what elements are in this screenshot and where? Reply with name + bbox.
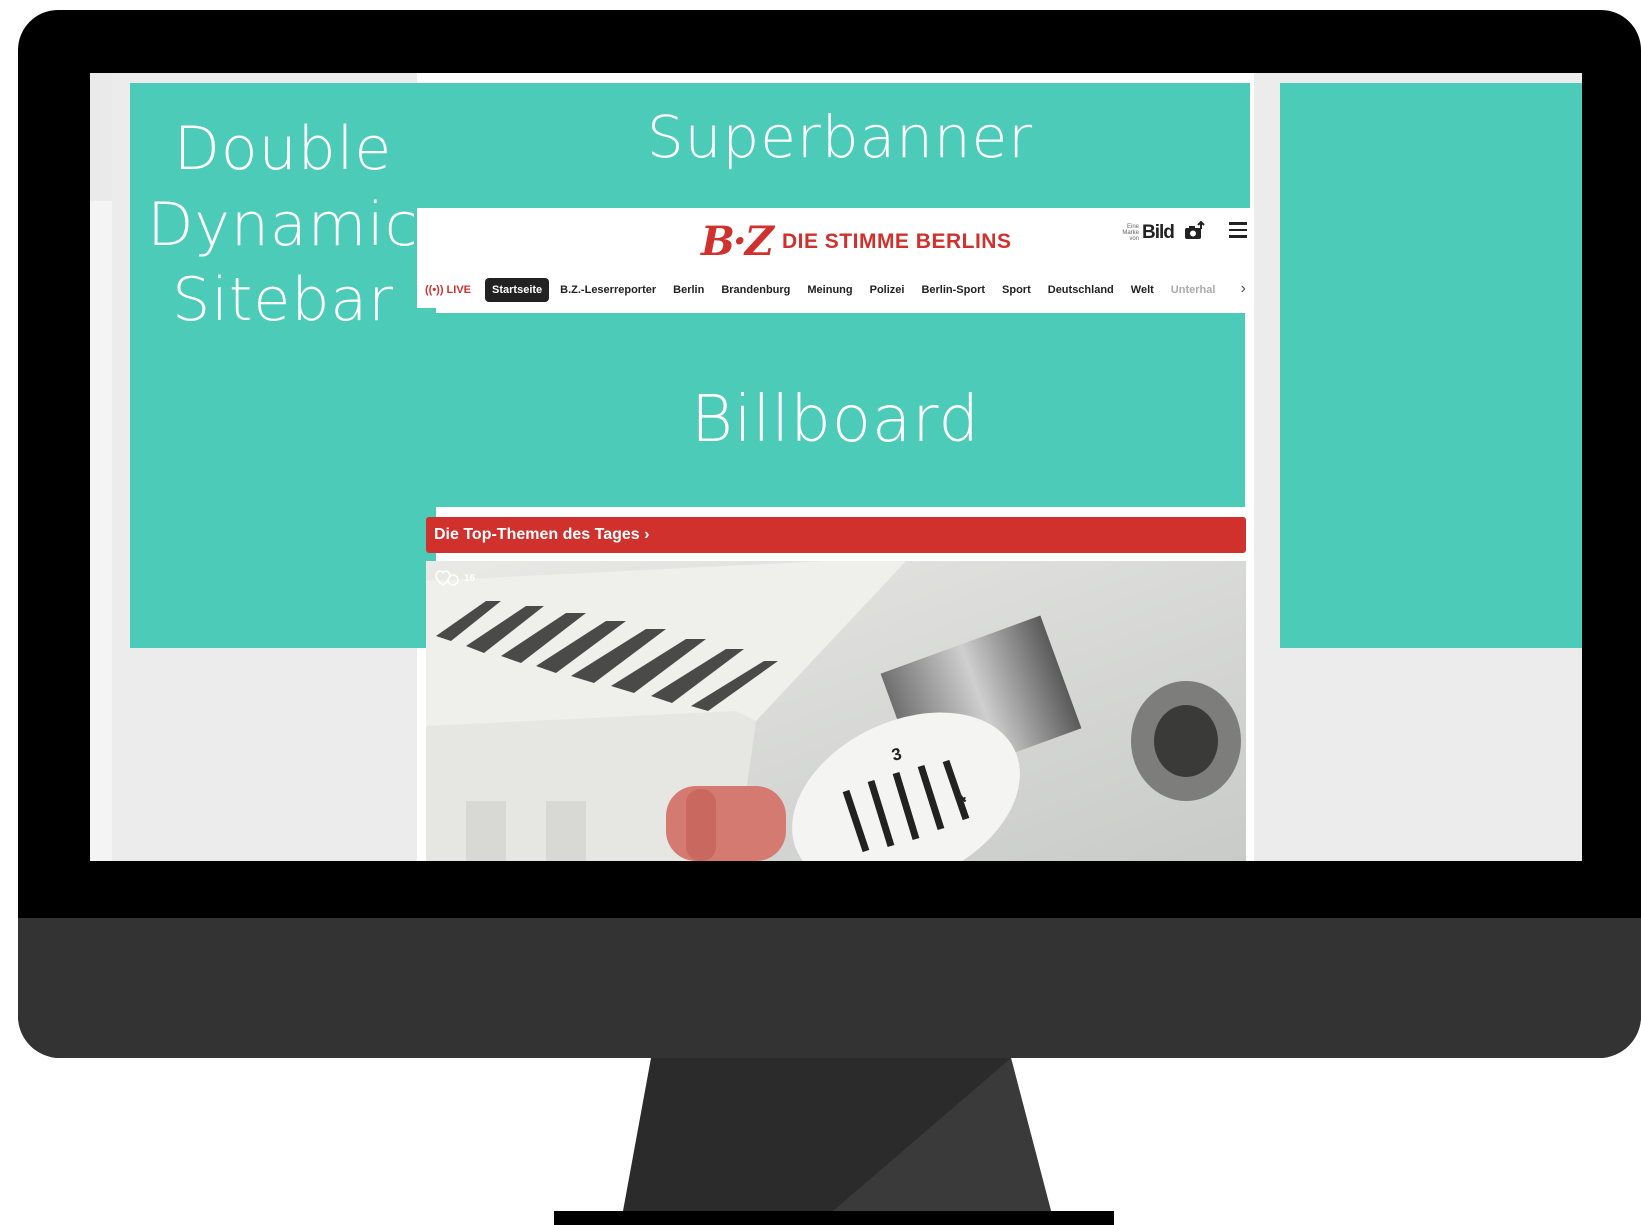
brand-note: Eine Marke von (1122, 224, 1139, 242)
logo-bz: B·Z (701, 218, 774, 265)
ad-left-label: Double Dynamic Sitebar (147, 114, 419, 336)
radiator-thermostat-image (426, 561, 1246, 861)
monitor-frame: Double Dynamic Sitebar Superbanner B·Z D… (18, 10, 1641, 1058)
nav-item-brandenburg[interactable]: Brandenburg (721, 284, 790, 296)
hamburger-menu-icon[interactable] (1229, 222, 1247, 238)
page-left-margin (90, 73, 112, 861)
nav-item-polizei[interactable]: Polizei (870, 284, 905, 296)
logo-slogan: DIE STIMME BERLINS (781, 229, 1012, 253)
nav-item-welt[interactable]: Welt (1131, 284, 1154, 296)
nav-item-sport[interactable]: Sport (1002, 284, 1031, 296)
heart-comment-icon (435, 570, 459, 586)
nav-item-leserreporter[interactable]: B.Z.-Leserreporter (560, 284, 656, 296)
ad-billboard-label: Billboard (690, 383, 981, 457)
nav-item-unterhaltung[interactable]: Unterhal (1171, 284, 1219, 296)
ad-double-dynamic-sitebar[interactable]: Double Dynamic Sitebar (130, 83, 436, 648)
site-header: B·Z DIE STIMME BERLINS Eine Marke von Bi… (417, 208, 1254, 272)
nav-live[interactable]: ((•)) LIVE (425, 284, 471, 296)
monitor-stand-base (554, 1211, 1114, 1225)
top-themes-bar[interactable]: Die Top-Themen des Tages › (426, 517, 1246, 553)
nav-item-startseite[interactable]: Startseite (485, 278, 550, 302)
camera-upload-icon[interactable] (1184, 220, 1206, 242)
main-nav: ((•)) LIVE Startseite B.Z.-Leserreporter… (417, 272, 1254, 308)
top-themes-label: Die Top-Themen des Tages › (434, 526, 650, 543)
brand-name: Bild (1142, 222, 1175, 243)
ad-superbanner-label: Superbanner (646, 102, 1034, 171)
site-logo[interactable]: B·Z DIE STIMME BERLINS (701, 218, 1011, 265)
nav-next-chevron-icon[interactable]: › (1241, 280, 1246, 298)
ad-superbanner[interactable]: Superbanner (430, 83, 1250, 208)
screen: Double Dynamic Sitebar Superbanner B·Z D… (90, 73, 1582, 861)
nav-item-berlin-sport[interactable]: Berlin-Sport (921, 284, 985, 296)
monitor-stand (623, 1058, 1051, 1211)
ad-right-sitebar[interactable] (1280, 83, 1582, 648)
like-count: 16 (464, 572, 476, 584)
bild-brand[interactable]: Eine Marke von Bild (1117, 222, 1175, 244)
nav-item-deutschland[interactable]: Deutschland (1048, 284, 1114, 296)
ad-billboard[interactable]: Billboard (426, 313, 1245, 507)
article-photo[interactable]: 3 4 16 (426, 561, 1246, 861)
like-badge[interactable]: 16 (434, 569, 475, 587)
nav-item-berlin[interactable]: Berlin (673, 284, 704, 296)
nav-item-meinung[interactable]: Meinung (807, 284, 852, 296)
monitor-chin (18, 918, 1641, 1058)
